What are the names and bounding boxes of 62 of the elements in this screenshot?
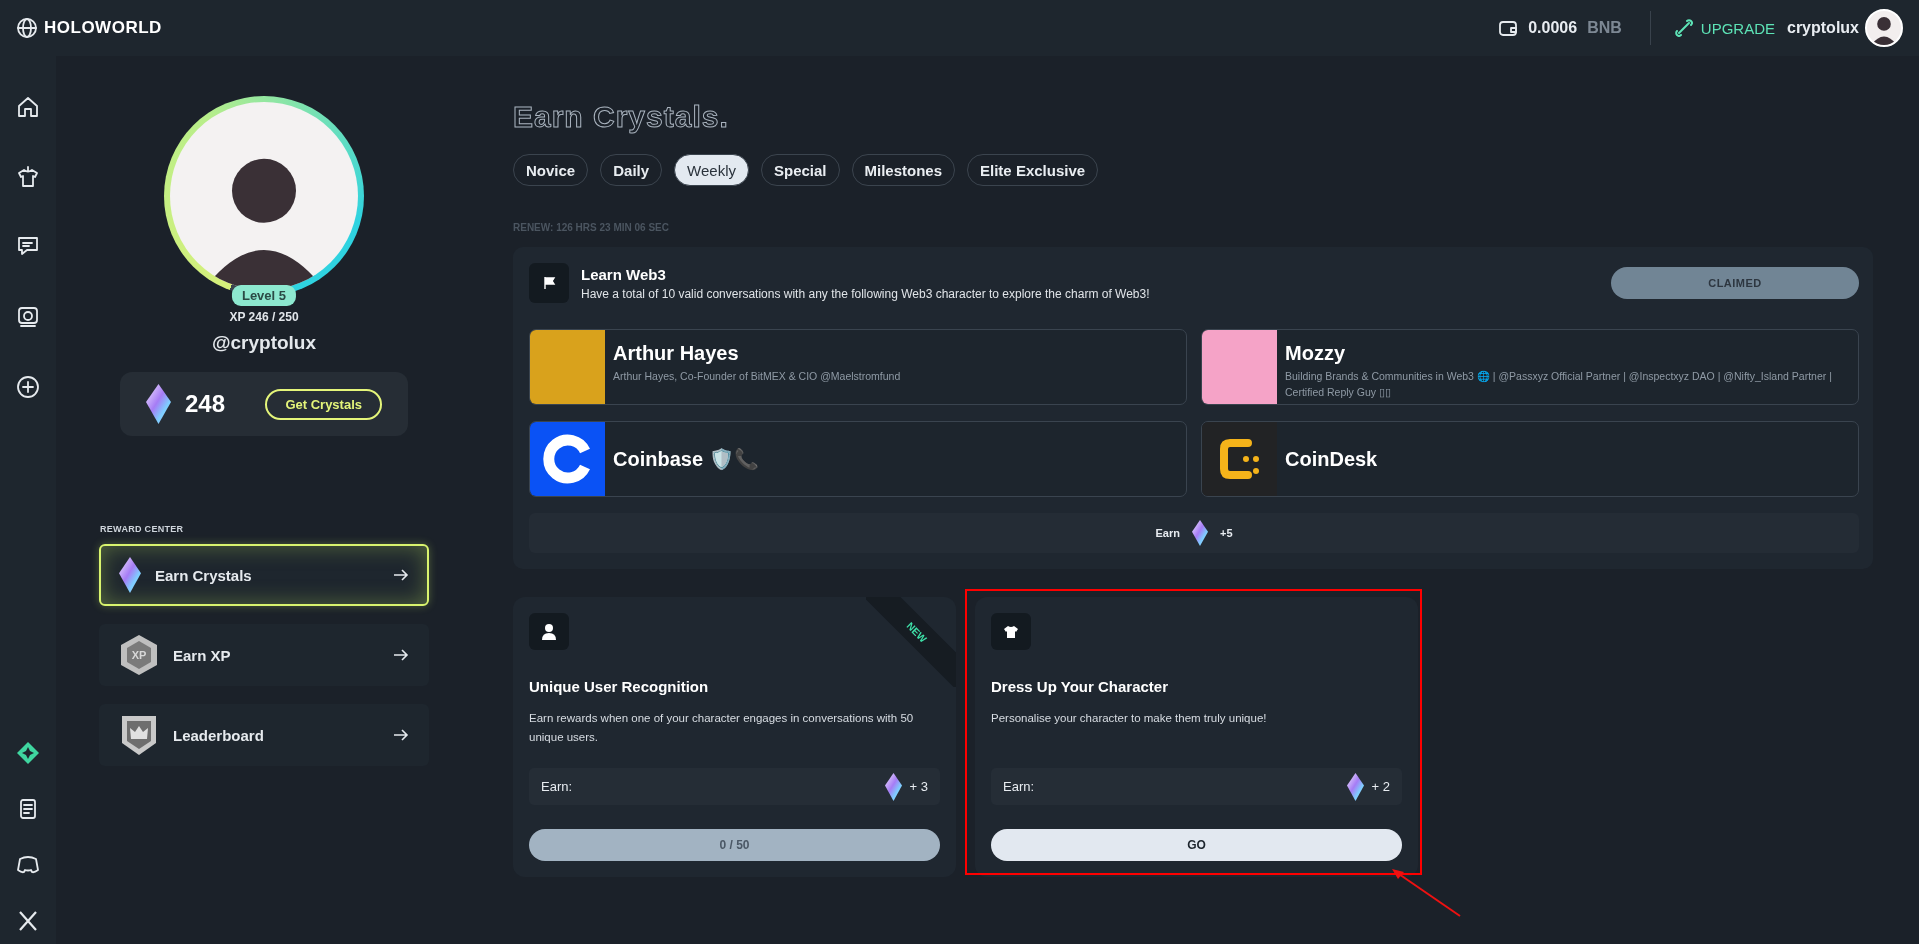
level-badge: Level 5 — [231, 285, 297, 306]
xp-text: XP 246 / 250 — [229, 310, 299, 324]
character-card[interactable]: CoinDesk — [1201, 421, 1859, 497]
card-title: Unique User Recognition — [529, 678, 710, 696]
character-bio: Arthur Hayes, Co-Founder of BitMEX & CIO @Maelstromfund — [613, 369, 901, 384]
earn-label: Earn: — [541, 779, 574, 795]
user-icon — [541, 622, 557, 641]
card-description: Earn rewards when one of your character engages in conversations with 50 unique users. — [529, 711, 915, 745]
upgrade-button[interactable]: UPGRADE — [1674, 19, 1775, 37]
crown-shield-icon — [119, 713, 159, 757]
wallet-currency: BNB — [1587, 19, 1622, 37]
task-description: Have a total of 10 valid conversations with any the following Web3 character to explore the charm of Web3! — [581, 286, 1151, 301]
add-icon[interactable] — [15, 374, 41, 400]
character-name: CoinDesk — [1285, 447, 1378, 471]
go-button[interactable]: GO — [991, 829, 1402, 861]
earn-amount: + 3 — [909, 779, 928, 795]
page-title: Earn Crystals. — [513, 100, 730, 134]
crystal-icon — [1346, 772, 1364, 801]
crystal-icon — [1191, 520, 1208, 546]
character-name: Mozzy — [1285, 342, 1346, 365]
brand-name: HOLOWORLD — [44, 18, 162, 38]
category-tab[interactable]: Weekly — [674, 154, 749, 186]
home-icon[interactable] — [15, 94, 41, 120]
wallet-icon — [1498, 19, 1519, 37]
earn-label: Earn — [1155, 527, 1180, 539]
card-title: Dress Up Your Character — [991, 678, 1169, 696]
monitor-icon[interactable] — [15, 304, 41, 330]
bracket-dots-logo-icon — [1217, 437, 1262, 481]
annotation-arrow — [1390, 868, 1462, 918]
reward-menu-item[interactable]: Earn Crystals — [99, 544, 429, 606]
sparkle-icon[interactable] — [15, 740, 41, 766]
profile-handle: @cryptolux — [211, 332, 316, 354]
arrow-right-icon — [393, 568, 409, 582]
hexagon-badge-icon: XP — [119, 633, 159, 677]
shirt-icon — [1003, 624, 1019, 639]
character-card[interactable]: Coinbase 🛡📞 — [529, 421, 1187, 497]
arrow-right-icon — [393, 728, 409, 742]
card-description: Personalise your character to make them truly unique! — [991, 711, 1268, 727]
flag-icon — [542, 276, 556, 290]
crystal-count: 248 — [185, 390, 227, 418]
section-heading: REWARD CENTER — [100, 524, 184, 534]
character-card[interactable]: Arthur Hayes Arthur Hayes, Co-Founder of BitMEX & CIO @Maelstromfund — [529, 329, 1187, 405]
character-name: Coinbase 🛡📞 — [613, 447, 759, 471]
character-bio: Building Brands & Communities in Web3 🌐 | @Passxyz Official Partner | @Inspectxyz DAO | @Nifty_Island Partner | Certified Reply Guy ▯▯ — [1285, 369, 1833, 400]
wallet-amount: 0.0006 — [1528, 19, 1578, 37]
reward-menu-item[interactable]: Leaderboard — [99, 704, 429, 766]
earn-amount: +5 — [1219, 527, 1233, 539]
crystal-icon — [119, 557, 141, 593]
crystal-icon — [146, 384, 171, 424]
task-title: Learn Web3 — [581, 265, 667, 283]
get-crystals-button[interactable]: Get Crystals — [265, 388, 382, 420]
crystal-icon — [884, 772, 902, 801]
shirt-icon[interactable] — [15, 164, 41, 190]
user-name: cryptolux — [1787, 19, 1859, 37]
reward-menu-item[interactable]: XP Earn XP — [99, 624, 429, 686]
user-avatar[interactable] — [1865, 9, 1903, 47]
earn-label: Earn: — [1003, 779, 1036, 795]
globe-logo-icon — [16, 17, 38, 39]
earn-amount: + 2 — [1371, 779, 1390, 795]
character-card[interactable]: Mozzy Building Brands & Communities in Web3 🌐 | @Passxyz Official Partner | @Inspectxyz DAO | @Nifty_Island Partner | Certified Reply Guy ▯▯ — [1201, 329, 1859, 405]
character-name: Arthur Hayes — [613, 342, 740, 365]
arrow-right-icon — [393, 648, 409, 662]
